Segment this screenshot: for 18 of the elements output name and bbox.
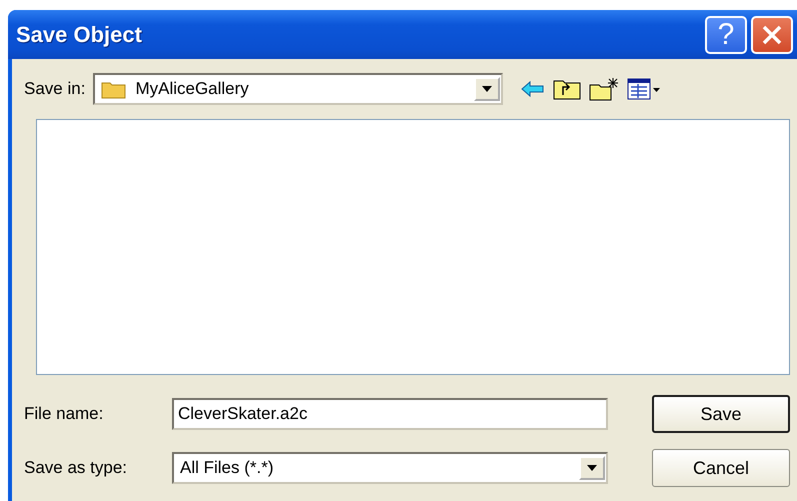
save-button[interactable]: Save — [652, 395, 790, 433]
save-as-type-dropdown[interactable]: All Files (*.*) — [172, 452, 608, 484]
save-in-label: Save in: — [24, 79, 86, 99]
up-folder-icon[interactable] — [553, 78, 582, 100]
dropdown-arrow-icon — [587, 465, 597, 471]
view-menu-icon[interactable] — [627, 78, 662, 100]
help-button[interactable]: ? — [705, 16, 747, 54]
cancel-button[interactable]: Cancel — [652, 449, 790, 487]
file-name-label: File name: — [24, 404, 104, 424]
dropdown-arrow-icon — [482, 86, 492, 92]
back-arrow-icon[interactable] — [521, 80, 546, 98]
window-title: Save Object — [16, 22, 143, 48]
save-in-dropdown[interactable]: MyAliceGallery — [93, 73, 504, 105]
save-as-type-label: Save as type: — [24, 458, 128, 478]
new-folder-icon[interactable] — [589, 77, 620, 101]
close-button[interactable] — [751, 16, 793, 54]
file-name-field[interactable]: CleverSkater.a2c — [172, 398, 608, 430]
close-icon — [761, 24, 783, 46]
